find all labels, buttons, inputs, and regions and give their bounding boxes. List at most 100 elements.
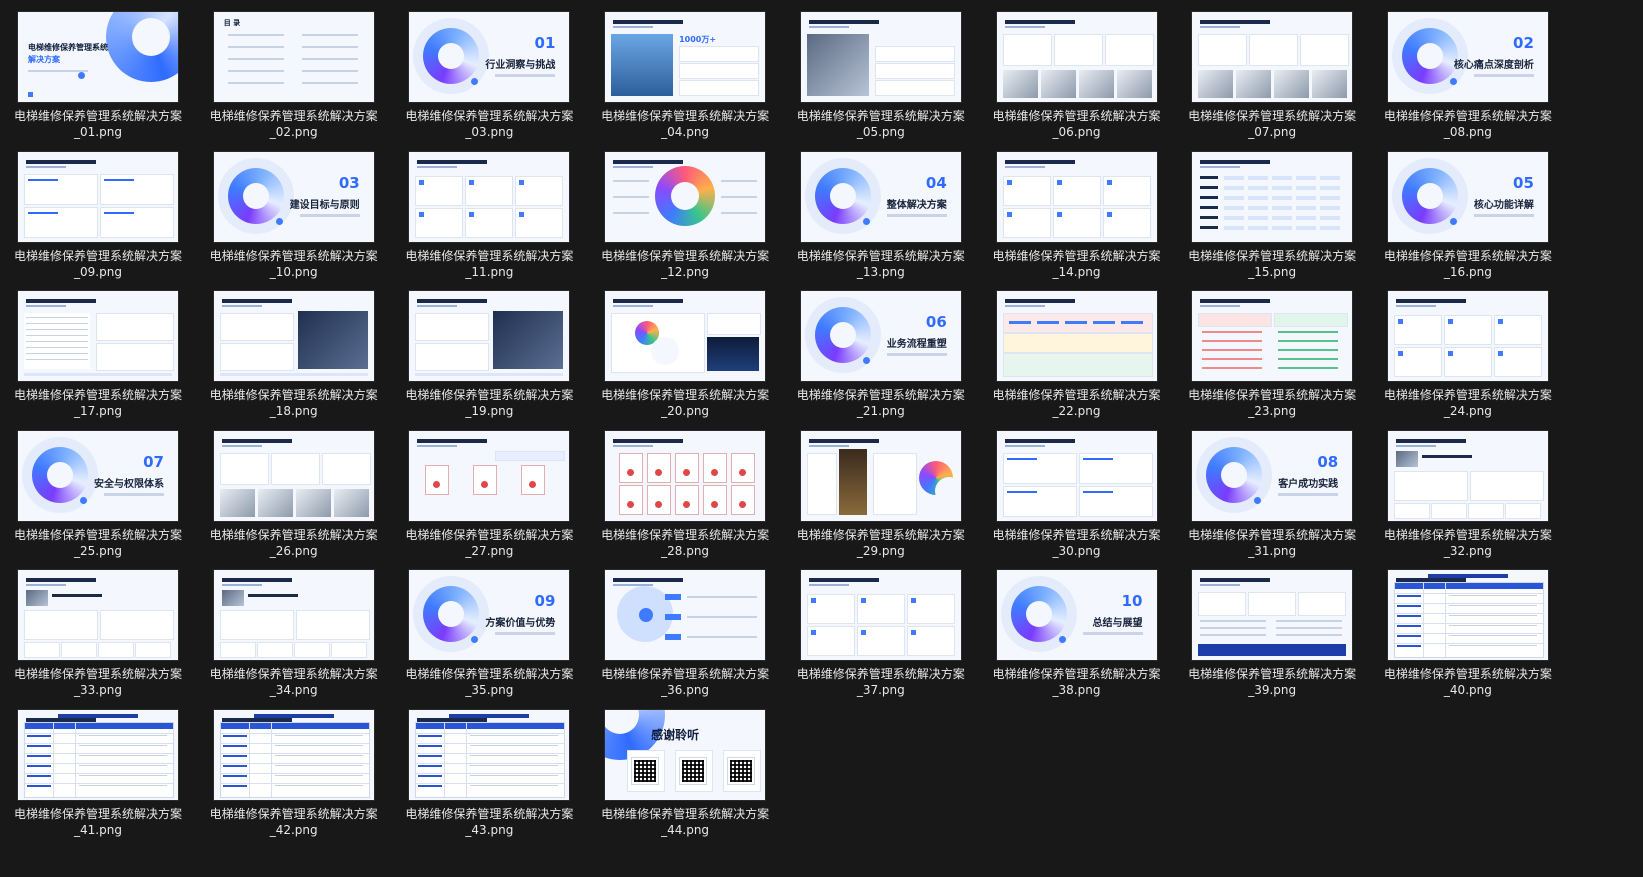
slide-thumbnail[interactable] <box>18 151 178 242</box>
slide-thumbnail[interactable]: 07 安全与权限体系 <box>18 430 178 521</box>
file-tile[interactable]: 电梯维修保养管理系统解决方案 _34.png <box>196 558 392 698</box>
row-label <box>418 764 443 767</box>
file-tile[interactable]: 电梯维修保养管理系统解决方案 _32.png <box>1370 419 1566 559</box>
file-tile[interactable]: 电梯维修保养管理系统解决方案 _11.png <box>391 140 587 280</box>
slide-thumbnail[interactable] <box>1192 570 1353 660</box>
feature-card <box>707 313 762 335</box>
card-icon <box>1447 319 1453 324</box>
file-tile[interactable]: 03 建设目标与原则 电梯维修保养管理系统解决方案 _10.png <box>196 140 392 280</box>
slide-thumbnail[interactable] <box>1192 151 1353 242</box>
slide-thumbnail[interactable] <box>213 291 374 381</box>
slide-thumbnail[interactable]: 02 核心痛点深度剖析 <box>1387 12 1548 102</box>
file-tile[interactable]: 电梯维修保养管理系统解决方案 _40.png <box>1370 558 1566 698</box>
file-tile[interactable]: 电梯维修保养管理系统解决方案 _23.png <box>1174 279 1370 419</box>
slide-thumbnail[interactable]: 感谢聆听 <box>605 709 766 800</box>
file-tile[interactable]: 07 安全与权限体系 电梯维修保养管理系统解决方案 _25.png <box>0 419 196 559</box>
slide-thumbnail[interactable] <box>409 151 570 242</box>
slide-thumbnail[interactable] <box>996 291 1157 381</box>
file-tile[interactable]: 电梯维修保养管理系统解决方案 _33.png <box>0 558 196 698</box>
slide-thumbnail[interactable] <box>996 151 1157 242</box>
brand-ring-icon <box>423 586 480 642</box>
slide-thumbnail[interactable] <box>605 291 766 381</box>
slide-thumbnail[interactable] <box>1192 291 1353 381</box>
slide-thumbnail[interactable]: 目 录 <box>213 12 374 102</box>
slide-thumbnail[interactable]: 1000万+ <box>605 12 766 102</box>
card-icon <box>469 179 475 185</box>
file-tile[interactable]: 电梯维修保养管理系统解决方案 _36.png <box>587 558 783 698</box>
slide-thumbnail[interactable]: 03 建设目标与原则 <box>213 151 374 242</box>
file-name: 电梯维修保养管理系统解决方案 _29.png <box>783 527 979 559</box>
file-tile[interactable]: 电梯维修保养管理系统 解决方案 电梯维修保养管理系统解决方案 _01.png <box>0 0 196 140</box>
file-tile[interactable]: 电梯维修保养管理系统解决方案 _24.png <box>1370 279 1566 419</box>
slide-thumbnail[interactable] <box>605 430 766 521</box>
slide-thumbnail[interactable]: 01 行业洞察与挑战 <box>409 12 570 102</box>
file-tile[interactable]: 电梯维修保养管理系统解决方案 _30.png <box>979 419 1175 559</box>
slide-thumbnail[interactable] <box>1387 430 1548 521</box>
file-tile[interactable]: 电梯维修保养管理系统解决方案 _27.png <box>391 419 587 559</box>
file-tile[interactable]: 电梯维修保养管理系统解决方案 _41.png <box>0 698 196 838</box>
slide-thumbnail[interactable]: 09 方案价值与优势 <box>409 570 570 660</box>
file-tile[interactable]: 电梯维修保养管理系统解决方案 _14.png <box>979 140 1175 280</box>
file-tile[interactable]: 04 整体解决方案 电梯维修保养管理系统解决方案 _13.png <box>783 140 979 280</box>
file-tile[interactable]: 电梯维修保养管理系统解决方案 _29.png <box>783 419 979 559</box>
file-tile[interactable]: 电梯维修保养管理系统解决方案 _06.png <box>979 0 1175 140</box>
file-tile[interactable]: 电梯维修保养管理系统解决方案 _18.png <box>196 279 392 419</box>
file-tile[interactable]: 10 总结与展望 电梯维修保养管理系统解决方案 _38.png <box>979 558 1175 698</box>
file-tile[interactable]: 1000万+ 电梯维修保养管理系统解决方案 _04.png <box>587 0 783 140</box>
slide-thumbnail[interactable] <box>409 291 570 381</box>
slide-thumbnail[interactable] <box>18 570 178 660</box>
slide-thumbnail[interactable] <box>1192 12 1353 102</box>
file-name: 电梯维修保养管理系统解决方案 _02.png <box>196 108 392 140</box>
file-tile[interactable]: 08 客户成功实践 电梯维修保养管理系统解决方案 _31.png <box>1174 419 1370 559</box>
file-tile[interactable]: 01 行业洞察与挑战 电梯维修保养管理系统解决方案 _03.png <box>391 0 587 140</box>
slide-thumbnail[interactable]: 电梯维修保养管理系统 解决方案 <box>18 12 178 102</box>
slide-thumbnail[interactable] <box>605 151 766 242</box>
slide-thumbnail[interactable] <box>213 709 374 800</box>
slide-thumbnail[interactable] <box>409 709 570 800</box>
brand-ring-icon <box>1206 446 1263 503</box>
slide-thumbnail[interactable] <box>18 709 178 800</box>
file-tile[interactable]: 感谢聆听 电梯维修保养管理系统解决方案 _44.png <box>587 698 783 838</box>
file-tile[interactable]: 电梯维修保养管理系统解决方案 _26.png <box>196 419 392 559</box>
slide-thumbnail[interactable] <box>213 570 374 660</box>
file-tile[interactable]: 电梯维修保养管理系统解决方案 _20.png <box>587 279 783 419</box>
slide-heading-bar <box>613 299 684 303</box>
slide-thumbnail[interactable] <box>800 570 961 660</box>
file-tile[interactable]: 电梯维修保养管理系统解决方案 _17.png <box>0 279 196 419</box>
slide-thumbnail[interactable] <box>1387 570 1548 660</box>
file-tile[interactable]: 电梯维修保养管理系统解决方案 _07.png <box>1174 0 1370 140</box>
file-tile[interactable]: 电梯维修保养管理系统解决方案 _12.png <box>587 140 783 280</box>
slide-thumbnail[interactable]: 06 业务流程重塑 <box>800 291 961 381</box>
slide-thumbnail[interactable] <box>996 12 1157 102</box>
file-tile[interactable]: 电梯维修保养管理系统解决方案 _37.png <box>783 558 979 698</box>
file-tile[interactable]: 电梯维修保养管理系统解决方案 _22.png <box>979 279 1175 419</box>
slide-thumbnail[interactable] <box>1387 291 1548 381</box>
file-name-suffix: _08.png <box>1443 125 1492 139</box>
slide-thumbnail[interactable]: 08 客户成功实践 <box>1192 430 1353 521</box>
slide-thumbnail[interactable]: 04 整体解决方案 <box>800 151 961 242</box>
slide-thumbnail[interactable] <box>800 12 961 102</box>
slide-thumbnail[interactable] <box>18 291 178 381</box>
file-tile[interactable]: 09 方案价值与优势 电梯维修保养管理系统解决方案 _35.png <box>391 558 587 698</box>
file-tile[interactable]: 电梯维修保养管理系统解决方案 _19.png <box>391 279 587 419</box>
file-tile[interactable]: 目 录电梯维修保养管理系统解决方案 _02.png <box>196 0 392 140</box>
slide-thumbnail[interactable]: 10 总结与展望 <box>996 570 1157 660</box>
file-tile[interactable]: 电梯维修保养管理系统解决方案 _39.png <box>1174 558 1370 698</box>
slide-thumbnail[interactable] <box>409 430 570 521</box>
file-tile[interactable]: 电梯维修保养管理系统解决方案 _09.png <box>0 140 196 280</box>
slide-thumbnail[interactable] <box>800 430 961 521</box>
file-tile[interactable]: 06 业务流程重塑 电梯维修保养管理系统解决方案 _21.png <box>783 279 979 419</box>
slide-thumbnail[interactable] <box>605 570 766 660</box>
file-tile[interactable]: 电梯维修保养管理系统解决方案 _15.png <box>1174 140 1370 280</box>
file-tile[interactable]: 电梯维修保养管理系统解决方案 _28.png <box>587 419 783 559</box>
file-tile[interactable]: 05 核心功能详解 电梯维修保养管理系统解决方案 _16.png <box>1370 140 1566 280</box>
slide-thumbnail[interactable]: 05 核心功能详解 <box>1387 151 1548 242</box>
file-tile[interactable]: 02 核心痛点深度剖析 电梯维修保养管理系统解决方案 _08.png <box>1370 0 1566 140</box>
slide-thumbnail[interactable] <box>213 430 374 521</box>
brand-ring-icon <box>814 167 871 224</box>
file-tile[interactable]: 电梯维修保养管理系统解决方案 _05.png <box>783 0 979 140</box>
file-tile[interactable]: 电梯维修保养管理系统解决方案 _43.png <box>391 698 587 838</box>
slide-thumbnail[interactable] <box>996 430 1157 521</box>
file-tile[interactable]: 电梯维修保养管理系统解决方案 _42.png <box>196 698 392 838</box>
feature-table <box>219 721 370 798</box>
